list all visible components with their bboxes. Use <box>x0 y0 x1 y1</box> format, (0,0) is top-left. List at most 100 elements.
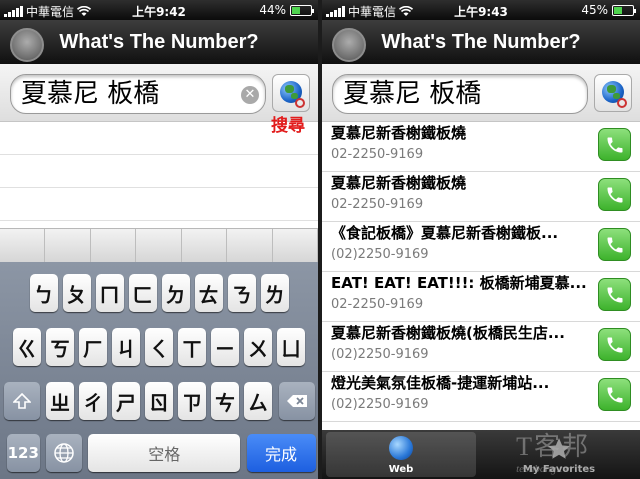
search-button[interactable] <box>272 74 310 112</box>
result-name: 夏慕尼新香榭鐵板燒 <box>331 124 467 142</box>
key[interactable]: ㄉ <box>161 274 190 312</box>
results-list-empty <box>0 122 318 228</box>
result-name: 夏慕尼新香榭鐵板燒 <box>331 174 467 192</box>
phone-icon <box>607 287 622 302</box>
key[interactable]: ㄍ <box>13 328 41 366</box>
search-input[interactable]: 夏慕尼 板橋 <box>332 74 588 114</box>
key[interactable]: ㄒ <box>178 328 206 366</box>
backspace-key[interactable] <box>278 382 315 420</box>
keyboard-row-1: ㄅ ㄆ ㄇ ㄈ ㄉ ㄊ ㄋ ㄌ <box>0 274 318 312</box>
key[interactable]: ㄔ <box>79 382 107 420</box>
backspace-icon <box>286 395 307 407</box>
key[interactable]: ㄙ <box>244 382 272 420</box>
shift-key[interactable] <box>3 382 40 420</box>
key[interactable]: ㄏ <box>79 328 107 366</box>
nav-title: What's The Number? <box>381 30 581 53</box>
result-phone: 02-2250-9169 <box>331 197 424 212</box>
space-key[interactable]: 空格 <box>88 434 241 472</box>
key[interactable]: ㄧ <box>211 328 239 366</box>
key[interactable]: ㄅ <box>29 274 58 312</box>
search-row: 夏慕尼 板橋 <box>322 64 640 122</box>
call-button[interactable] <box>598 278 631 311</box>
search-row: 夏慕尼 板橋 ✕ 搜尋 <box>0 64 318 136</box>
key[interactable]: ㄈ <box>128 274 157 312</box>
result-row[interactable]: EAT! EAT! EAT!!!: 板橋新埔夏慕... 02-2250-9169 <box>322 272 640 322</box>
zhuyin-keyboard: ㄅ ㄆ ㄇ ㄈ ㄉ ㄊ ㄋ ㄌ ㄍ ㄎ ㄏ ㄐ ㄑ ㄒ ㄧ ㄨ ㄩ ㄓ ㄔ ㄕ <box>0 262 318 479</box>
nav-bar: What's The Number? <box>322 20 640 64</box>
result-phone: (02)2250-9169 <box>331 247 429 262</box>
result-row[interactable]: 夏慕尼新香榭鐵板燒 02-2250-9169 <box>322 172 640 222</box>
result-name: EAT! EAT! EAT!!!: 板橋新埔夏慕... <box>331 274 587 292</box>
key[interactable]: ㄇ <box>95 274 124 312</box>
result-row[interactable]: 夏慕尼新香榭鐵板燒(板橋民生店... (02)2250-9169 <box>322 322 640 372</box>
result-phone: 02-2250-9169 <box>331 147 424 162</box>
key[interactable]: ㄕ <box>112 382 140 420</box>
battery-icon <box>612 4 636 16</box>
result-row[interactable]: 燈光美氣氛佳板橋-捷運新埔站... (02)2250-9169 <box>322 372 640 422</box>
key[interactable]: ㄓ <box>46 382 74 420</box>
call-button[interactable] <box>598 328 631 361</box>
key[interactable]: ㄊ <box>194 274 223 312</box>
call-button[interactable] <box>598 128 631 161</box>
tab-bar: Web My Favorites T客邦 techbang.tw <box>322 430 640 479</box>
key[interactable]: ㄆ <box>62 274 91 312</box>
tab-web[interactable]: Web <box>326 432 476 477</box>
results-list: 夏慕尼新香榭鐵板燒 02-2250-9169 夏慕尼新香榭鐵板燒 02-2250-91… <box>322 122 640 424</box>
assistive-touch-icon[interactable] <box>10 28 44 62</box>
phone-icon <box>607 237 622 252</box>
candidate-slot[interactable] <box>227 229 273 262</box>
key[interactable]: ㄩ <box>277 328 305 366</box>
battery-percent: 45% <box>581 3 608 17</box>
result-row[interactable]: 夏慕尼新香榭鐵板燒 02-2250-9169 <box>322 122 640 172</box>
numbers-key[interactable]: 123 <box>6 434 40 472</box>
key[interactable]: ㄎ <box>46 328 74 366</box>
candidate-slot[interactable] <box>273 229 318 262</box>
call-button[interactable] <box>598 378 631 411</box>
done-key[interactable]: 完成 <box>246 434 316 472</box>
list-item <box>0 122 318 155</box>
battery: 44% <box>259 3 314 17</box>
key[interactable]: ㄨ <box>244 328 272 366</box>
battery-icon <box>290 4 314 16</box>
search-button[interactable] <box>594 74 632 112</box>
key[interactable]: ㄑ <box>145 328 173 366</box>
magnifier-icon <box>295 98 305 108</box>
result-phone: 02-2250-9169 <box>331 297 424 312</box>
globe-icon <box>389 436 413 460</box>
key[interactable]: ㄌ <box>260 274 289 312</box>
status-bar: 中華電信 上午9:42 44% <box>0 0 318 20</box>
search-input[interactable]: 夏慕尼 板橋 ✕ <box>10 74 266 114</box>
candidate-slot[interactable] <box>136 229 182 262</box>
status-bar: 中華電信 上午9:43 45% <box>322 0 640 20</box>
key[interactable]: ㄋ <box>227 274 256 312</box>
watermark-url: techbang.tw <box>516 463 570 475</box>
assistive-touch-icon[interactable] <box>332 28 366 62</box>
key[interactable]: ㄖ <box>145 382 173 420</box>
battery-percent: 44% <box>259 3 286 17</box>
phone-icon <box>607 337 622 352</box>
result-row[interactable]: 《食記板橋》夏慕尼新香榭鐵板... (02)2250-9169 <box>322 222 640 272</box>
globe-icon <box>54 443 74 463</box>
search-input-value: 夏慕尼 板橋 <box>21 79 160 109</box>
right-screen: 中華電信 上午9:43 45% What's The Number? 夏慕尼 板… <box>322 0 640 479</box>
keyboard-switch-key[interactable] <box>46 434 82 472</box>
result-name: 夏慕尼新香榭鐵板燒(板橋民生店... <box>331 324 565 342</box>
result-phone: (02)2250-9169 <box>331 397 429 412</box>
candidate-slot[interactable] <box>91 229 137 262</box>
candidate-bar <box>0 228 318 262</box>
keyboard-row-3: ㄓ ㄔ ㄕ ㄖ ㄗ ㄘ ㄙ <box>0 382 318 420</box>
key[interactable]: ㄐ <box>112 328 140 366</box>
phone-icon <box>607 137 622 152</box>
key[interactable]: ㄘ <box>211 382 239 420</box>
candidate-slot[interactable] <box>45 229 91 262</box>
result-name: 《食記板橋》夏慕尼新香榭鐵板... <box>331 224 559 242</box>
watermark-logo: T客邦 <box>516 432 590 461</box>
candidate-slot[interactable] <box>182 229 228 262</box>
call-button[interactable] <box>598 178 631 211</box>
search-input-value: 夏慕尼 板橋 <box>343 79 482 109</box>
candidate-slot[interactable] <box>0 229 46 262</box>
key[interactable]: ㄗ <box>178 382 206 420</box>
call-button[interactable] <box>598 228 631 261</box>
keyboard-row-4: 123 空格 完成 <box>0 434 318 472</box>
clear-icon[interactable]: ✕ <box>241 86 259 104</box>
